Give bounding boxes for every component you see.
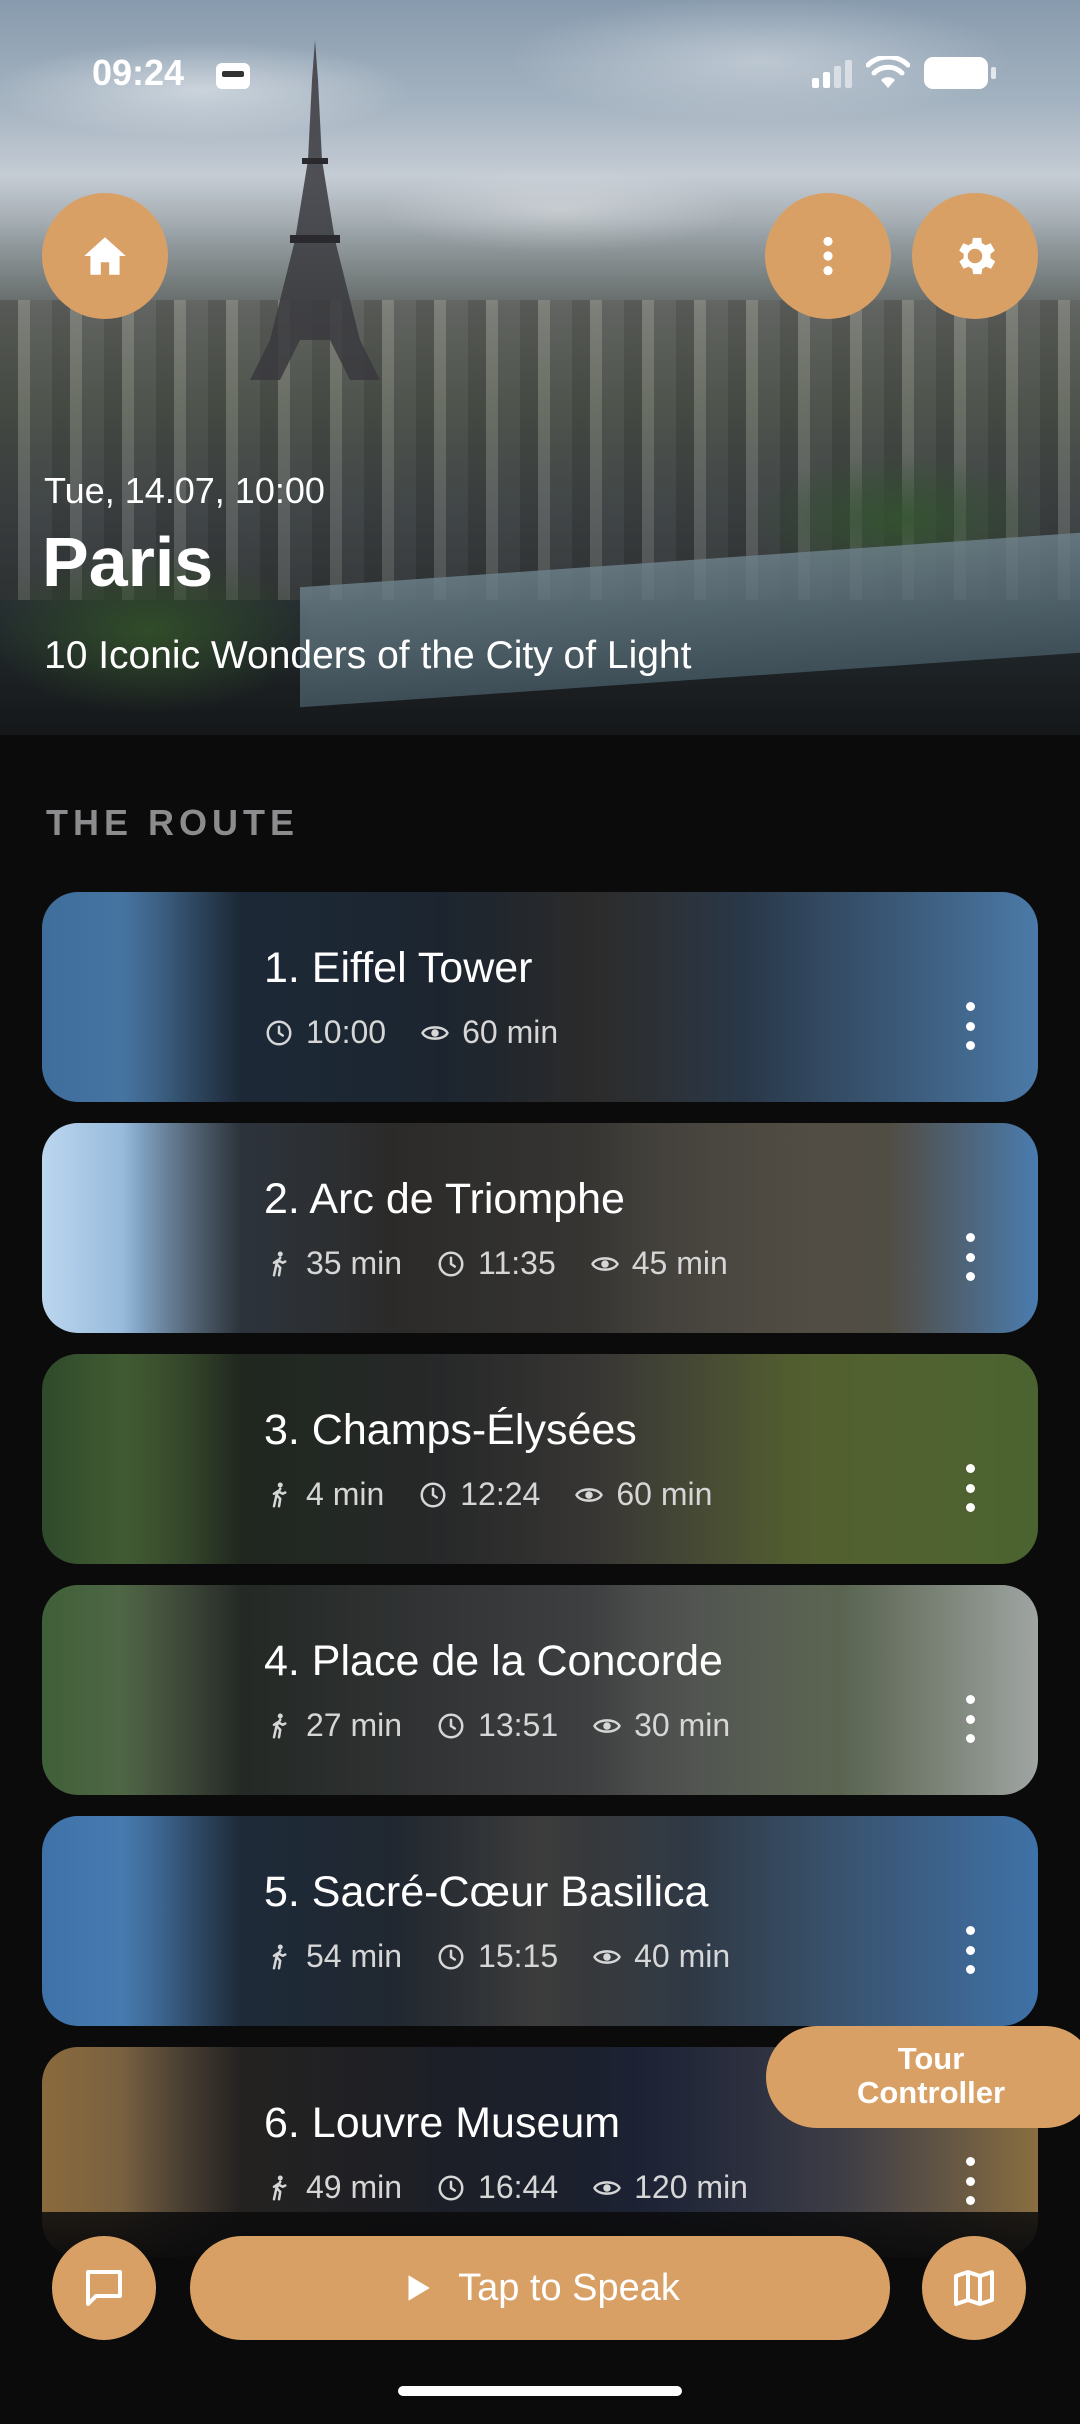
- walk-icon: [272, 1944, 287, 1969]
- stop-time: 15:15: [478, 1938, 559, 1974]
- eye-icon: [593, 1718, 622, 1733]
- stop-walk-time: 54 min: [306, 1938, 403, 1974]
- stop-more-button[interactable]: [960, 2157, 980, 2205]
- stop-title: 1. Eiffel Tower: [264, 944, 533, 992]
- sim-icon: [216, 63, 250, 89]
- city-title: Paris: [42, 523, 214, 601]
- stop-title: 2. Arc de Triomphe: [264, 1175, 625, 1223]
- walk-icon: [272, 2175, 287, 2200]
- stop-meta: 4 min 12:24 60 min: [264, 1476, 712, 1513]
- home-button[interactable]: [42, 193, 168, 319]
- route-stop-champs-elysees[interactable]: 3. Champs-Élysées 4 min 12:24 60 min: [42, 1354, 1038, 1564]
- more-vert-icon: [823, 236, 833, 276]
- stop-meta: 27 min 13:51 30 min: [264, 1707, 730, 1744]
- walk-icon: [272, 1251, 287, 1276]
- stop-more-button[interactable]: [960, 1002, 980, 1050]
- clock-icon: [438, 1713, 464, 1738]
- status-icons: [812, 56, 996, 90]
- tour-date: Tue, 14.07, 10:00: [44, 470, 325, 511]
- stop-walk-time: 27 min: [306, 1707, 403, 1743]
- stop-walk-time: 49 min: [306, 2169, 403, 2205]
- chat-icon: [86, 2270, 122, 2306]
- clock-icon: [438, 2175, 464, 2200]
- stop-meta: 35 min 11:35 45 min: [264, 1245, 728, 1282]
- stop-meta: 10:00 60 min: [264, 1014, 558, 1051]
- stop-time: 13:51: [478, 1707, 559, 1743]
- stop-duration: 60 min: [616, 1476, 713, 1512]
- eye-icon: [575, 1487, 604, 1502]
- home-indicator[interactable]: [398, 2386, 682, 2396]
- more-options-button[interactable]: [765, 193, 891, 319]
- stop-title: 4. Place de la Concorde: [264, 1637, 723, 1685]
- stop-walk-time: 4 min: [306, 1476, 385, 1512]
- tour-subtitle: 10 Iconic Wonders of the City of Light: [44, 634, 692, 677]
- stop-more-button[interactable]: [960, 1233, 980, 1281]
- chat-button[interactable]: [52, 2236, 156, 2340]
- stop-time: 10:00: [306, 1014, 387, 1050]
- route-stop-sacre-coeur[interactable]: 5. Sacré-Cœur Basilica 54 min 15:15 40 m…: [42, 1816, 1038, 2026]
- walk-icon: [272, 1482, 287, 1507]
- signal-icon: [812, 58, 852, 88]
- map-icon: [954, 2270, 994, 2306]
- tour-controller-label-line2: Controller: [856, 2075, 1006, 2110]
- eye-icon: [593, 1949, 622, 1964]
- walk-icon: [272, 1713, 287, 1738]
- stop-walk-time: 35 min: [306, 1245, 403, 1281]
- eye-icon: [421, 1025, 449, 1040]
- tap-to-speak-button[interactable]: Tap to Speak: [190, 2236, 890, 2340]
- stop-meta: 49 min 16:44 120 min: [264, 2169, 748, 2206]
- eye-icon: [590, 1256, 619, 1271]
- settings-button[interactable]: [912, 193, 1038, 319]
- status-time: 09:24: [92, 52, 185, 93]
- stop-time: 12:24: [460, 1476, 541, 1512]
- route-stop-arc-de-triomphe[interactable]: 2. Arc de Triomphe 35 min 11:35 45 min: [42, 1123, 1038, 1333]
- play-icon: [408, 2275, 430, 2301]
- stop-duration: 40 min: [634, 1938, 731, 1974]
- stop-title: 6. Louvre Museum: [264, 2099, 621, 2147]
- stop-duration: 120 min: [634, 2169, 748, 2205]
- clock-icon: [438, 1944, 464, 1969]
- eye-icon: [593, 2180, 622, 2195]
- stop-duration: 30 min: [634, 1707, 731, 1743]
- battery-icon: [924, 57, 996, 89]
- tour-controller-button[interactable]: Tour Controller: [766, 2026, 1080, 2128]
- eiffel-tower-illustration: [250, 40, 380, 380]
- stop-title: 3. Champs-Élysées: [264, 1406, 637, 1454]
- clock-icon: [438, 1251, 464, 1276]
- map-button[interactable]: [922, 2236, 1026, 2340]
- clock-icon: [266, 1020, 292, 1045]
- stop-time: 16:44: [478, 2169, 559, 2205]
- stop-title: 5. Sacré-Cœur Basilica: [264, 1868, 709, 1916]
- gear-icon: [959, 237, 996, 275]
- hero-banner: [0, 0, 1080, 735]
- stop-time: 11:35: [478, 1245, 556, 1281]
- tap-to-speak-label: Tap to Speak: [458, 2266, 680, 2309]
- home-icon: [84, 237, 126, 275]
- tour-controller-label-line1: Tour: [897, 2041, 965, 2076]
- stop-duration: 60 min: [462, 1014, 559, 1050]
- clock-icon: [420, 1482, 446, 1507]
- stop-duration: 45 min: [631, 1245, 728, 1281]
- route-heading: THE ROUTE: [46, 802, 300, 843]
- wifi-icon: [866, 56, 910, 88]
- route-stop-eiffel-tower[interactable]: 1. Eiffel Tower 10:00 60 min: [42, 892, 1038, 1102]
- stop-meta: 54 min 15:15 40 min: [264, 1938, 730, 1975]
- route-stop-place-de-la-concorde[interactable]: 4. Place de la Concorde 27 min 13:51 30 …: [42, 1585, 1038, 1795]
- stop-more-button[interactable]: [960, 1464, 980, 1512]
- stop-more-button[interactable]: [960, 1695, 980, 1743]
- stop-more-button[interactable]: [960, 1926, 980, 1974]
